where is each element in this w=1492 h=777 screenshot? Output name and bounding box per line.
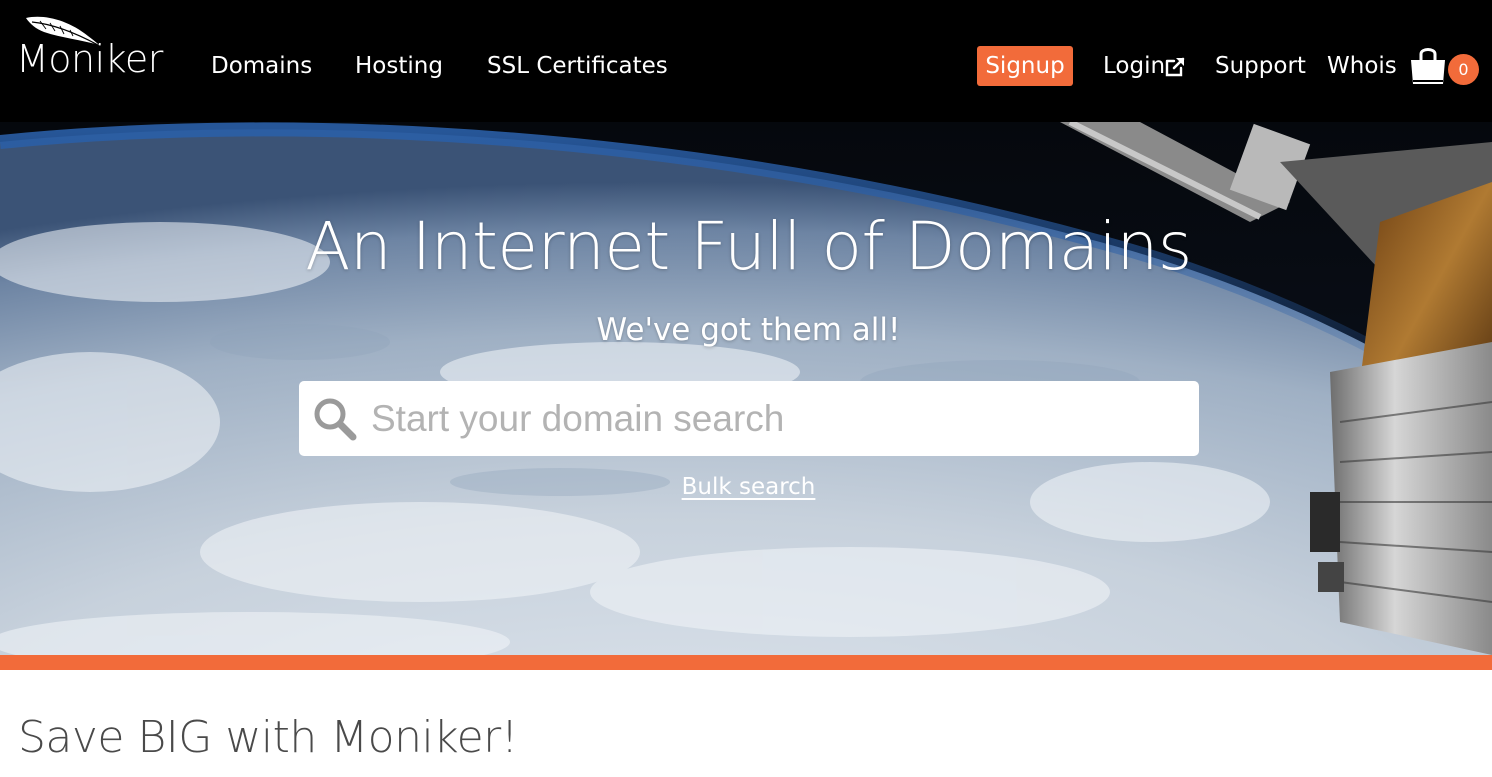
nav-hosting[interactable]: Hosting [355, 52, 443, 80]
external-link-icon [1165, 57, 1185, 77]
nav-login[interactable]: Login [1103, 52, 1165, 80]
nav-whois[interactable]: Whois [1327, 52, 1397, 80]
logo-text: Moniker [16, 37, 163, 81]
cart-count-badge: 0 [1448, 54, 1479, 85]
orange-divider [0, 655, 1492, 670]
moniker-logo[interactable]: Moniker [16, 14, 166, 84]
nav-domains[interactable]: Domains [211, 52, 312, 80]
hero-section: An Internet Full of Domains We've got th… [0, 122, 1492, 655]
domain-search-box[interactable] [299, 381, 1199, 456]
promo-heading: Save BIG with Moniker! [18, 712, 518, 763]
shopping-bag-icon[interactable] [1408, 44, 1448, 88]
bulk-search-link[interactable]: Bulk search [682, 474, 816, 500]
nav-support[interactable]: Support [1215, 52, 1306, 80]
nav-ssl-certificates[interactable]: SSL Certificates [487, 52, 668, 80]
bulk-search-container: Bulk search [0, 474, 1492, 500]
domain-search-input[interactable] [371, 381, 1181, 456]
signup-button[interactable]: Signup [977, 46, 1073, 86]
hero-subtitle: We've got them all! [596, 312, 901, 348]
top-navbar: Moniker Domains Hosting SSL Certificates… [0, 0, 1492, 122]
search-icon[interactable] [313, 397, 357, 441]
hero-title: An Internet Full of Domains [305, 208, 1192, 285]
